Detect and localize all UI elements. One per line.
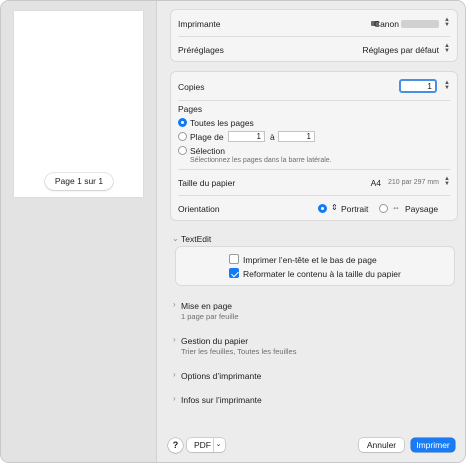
help-button[interactable]: ? [168, 438, 183, 453]
pages-label: Pages [178, 104, 203, 114]
printer-value: Canon [373, 19, 399, 29]
print-dialog: Page 1 sur 1 Imprimante Canon ▲ ▼ Prérégl… [0, 0, 466, 463]
section-title: Infos sur l’imprimante [181, 395, 262, 405]
copies-label: Copies [178, 82, 205, 92]
textedit-card: Imprimer l’en-tête et le bas de page Ref… [175, 246, 455, 286]
presets-value: Réglages par défaut [362, 45, 439, 55]
orientation-row: Orientation ⇕ Portrait ⇔ Paysage [171, 196, 457, 222]
chevron-right-icon: › [173, 300, 176, 309]
landscape-radio[interactable] [379, 204, 388, 213]
range-to-field[interactable]: 1 [278, 131, 315, 142]
header-footer-checkbox[interactable] [229, 254, 239, 264]
portrait-label: Portrait [341, 204, 369, 214]
chevron-right-icon: › [173, 335, 176, 344]
print-options-card: Copies 1 ▲ ▼ Pages Toutes les pages Plage… [170, 71, 458, 221]
page-indicator: Page 1 sur 1 [45, 173, 113, 190]
section-title: Options d’imprimante [181, 371, 262, 381]
chevron-down-icon: ⌄ [213, 438, 223, 452]
copies-value: 1 [427, 81, 432, 91]
presets-label: Préréglages [178, 45, 224, 55]
chevron-right-icon: › [173, 370, 176, 379]
range-to-label: à [270, 132, 275, 142]
landscape-icon: ⇔ [392, 203, 400, 212]
paper-size-label: Taille du papier [178, 178, 236, 188]
textedit-disclosure-icon[interactable]: ⌄ [172, 234, 179, 243]
orientation-label: Orientation [178, 204, 220, 214]
section-subtitle: 1 page par feuille [181, 312, 239, 321]
cancel-button[interactable]: Annuler [359, 438, 404, 452]
presets-chevron-icon: ▲ ▼ [444, 43, 450, 54]
rewrap-checkbox[interactable] [229, 268, 239, 278]
portrait-radio[interactable] [318, 204, 327, 213]
copies-stepper-icon[interactable]: ▲ ▼ [443, 80, 451, 92]
copies-field[interactable]: 1 [399, 79, 437, 93]
section-title: Mise en page [181, 301, 233, 311]
printer-name-blurred [401, 20, 439, 28]
section-page-layout[interactable]: › Mise en page 1 page par feuille [158, 297, 465, 321]
section-paper-handling[interactable]: › Gestion du papier Trier les feuilles, … [158, 332, 465, 356]
section-subtitle: Trier les feuilles, Toutes les feuilles [181, 347, 297, 356]
copies-row: Copies 1 ▲ ▼ [171, 72, 457, 100]
paper-size-value: A4 [370, 178, 381, 188]
page-range-label: Plage de [190, 132, 224, 142]
pdf-label: PDF [194, 440, 211, 450]
printer-label: Imprimante [178, 19, 221, 29]
portrait-icon: ⇕ [331, 203, 338, 212]
presets-row[interactable]: Préréglages Réglages par défaut ▲ ▼ [171, 37, 457, 63]
landscape-label: Paysage [405, 204, 439, 214]
section-printer-options[interactable]: › Options d’imprimante [158, 367, 465, 383]
all-pages-label: Toutes les pages [190, 118, 254, 128]
textedit-title[interactable]: TextEdit [181, 234, 211, 244]
selection-label: Sélection [190, 146, 225, 156]
all-pages-radio[interactable] [178, 118, 187, 127]
printer-card: Imprimante Canon ▲ ▼ Préréglages Réglages… [170, 9, 458, 62]
print-button[interactable]: Imprimer [411, 438, 455, 452]
page-range-radio[interactable] [178, 132, 187, 141]
chevron-right-icon: › [173, 394, 176, 403]
section-title: Gestion du papier [181, 336, 249, 346]
page-preview[interactable] [14, 11, 143, 197]
printer-row[interactable]: Imprimante Canon ▲ ▼ [171, 10, 457, 36]
paper-size-detail: 210 par 297 mm [388, 179, 439, 186]
header-footer-label: Imprimer l’en-tête et le bas de page [243, 255, 377, 265]
pdf-menu-button[interactable]: PDF ⌄ [187, 438, 225, 452]
divider [178, 100, 450, 101]
paper-size-row[interactable]: Taille du papier A4 210 par 297 mm ▲ ▼ [171, 170, 457, 195]
paper-size-chevron-icon: ▲ ▼ [444, 176, 450, 187]
selection-hint: Sélectionnez les pages dans la barre lat… [190, 157, 332, 164]
range-from-field[interactable]: 1 [228, 131, 265, 142]
preview-pane: Page 1 sur 1 [1, 1, 157, 462]
printer-chevron-icon: ▲ ▼ [444, 17, 450, 28]
settings-pane: Imprimante Canon ▲ ▼ Préréglages Réglages… [158, 1, 465, 462]
selection-radio[interactable] [178, 146, 187, 155]
section-printer-info[interactable]: › Infos sur l’imprimante [158, 391, 465, 407]
rewrap-label: Reformater le contenu à la taille du pap… [243, 269, 401, 279]
